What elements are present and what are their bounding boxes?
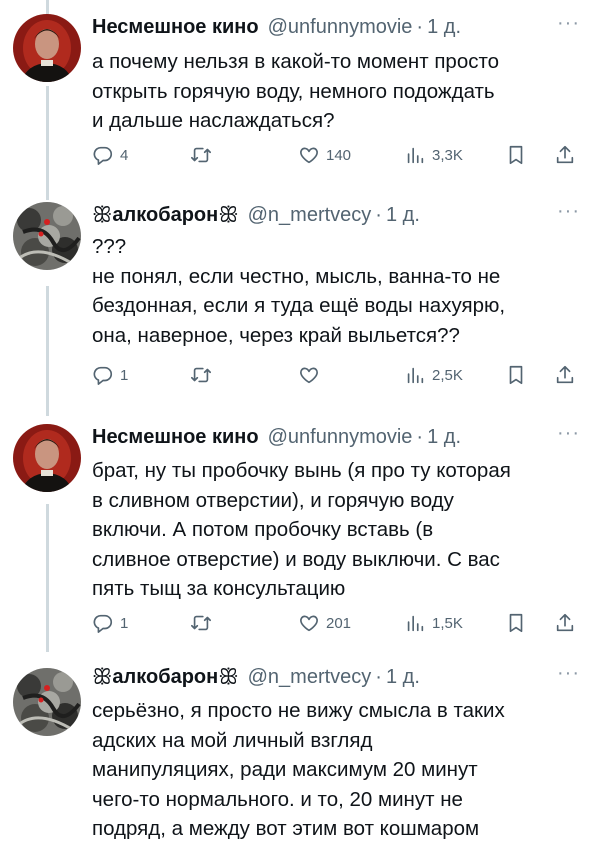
- action-bar: 4 140 3,3K: [92, 140, 580, 170]
- tweet-header: ꕥ алкобарон ꕥ @n_mertvecy · 1 д.: [92, 660, 580, 694]
- retweet-button[interactable]: [190, 360, 218, 390]
- separator-dot: ·: [375, 665, 382, 688]
- share-icon: [556, 145, 574, 164]
- reply-count: 4: [120, 146, 129, 164]
- tweet-text: ??? не понял, если честно, мысль, ванна-…: [92, 235, 506, 347]
- separator-dot: ·: [416, 425, 424, 448]
- heart-icon: [300, 367, 318, 384]
- reply-button[interactable]: 1: [92, 360, 128, 390]
- tweet-text: брат, ну ты пробочку вынь (я про ту кото…: [92, 459, 511, 600]
- tweet-text: а почему нельзя в какой-то момент просто…: [92, 50, 500, 132]
- share-icon: [556, 613, 574, 632]
- action-bar: 1 2,5K: [92, 360, 580, 390]
- more-options-button[interactable]: ···: [557, 12, 580, 35]
- tweet[interactable]: Несмешное кино @unfunnymovie · 1 д. ··· …: [0, 420, 594, 645]
- views-button[interactable]: 3,3K: [404, 140, 463, 170]
- heart-icon: [300, 147, 318, 164]
- tweet-text: серьёзно, я просто не вижу смысла в таки…: [92, 699, 505, 840]
- like-count: 140: [326, 146, 352, 164]
- bookmark-button[interactable]: [505, 608, 527, 638]
- share-button[interactable]: [554, 608, 576, 638]
- more-options-button[interactable]: ···: [557, 200, 580, 223]
- like-count: 201: [326, 614, 352, 632]
- like-button[interactable]: 201: [298, 608, 351, 638]
- reply-count: 1: [120, 614, 129, 632]
- name-glyph: ꕥ: [92, 664, 113, 689]
- author-name[interactable]: Несмешное кино: [92, 16, 259, 39]
- like-button[interactable]: [298, 360, 326, 390]
- avatar[interactable]: [13, 14, 81, 82]
- author-handle[interactable]: @unfunnymovie: [268, 16, 413, 39]
- more-options-button[interactable]: ···: [557, 422, 580, 445]
- bookmark-button[interactable]: [505, 140, 527, 170]
- tweet-header: Несмешное кино @unfunnymovie · 1 д.: [92, 10, 580, 44]
- tweet[interactable]: ꕥ алкобарон ꕥ @n_mertvecy · 1 д. ··· сер…: [0, 660, 594, 850]
- like-button[interactable]: 140: [298, 140, 351, 170]
- tweet[interactable]: ꕥ алкобарон ꕥ @n_mertvecy · 1 д. ··· ???…: [0, 198, 594, 408]
- reply-icon: [93, 366, 113, 385]
- views-icon: [407, 615, 424, 632]
- bookmark-icon: [509, 145, 523, 165]
- avatar[interactable]: [13, 424, 81, 492]
- timestamp[interactable]: 1 д.: [386, 204, 420, 227]
- avatar[interactable]: [13, 202, 81, 270]
- reply-icon: [93, 146, 113, 165]
- views-button[interactable]: 1,5K: [404, 608, 463, 638]
- views-icon: [407, 367, 424, 384]
- retweet-icon: [191, 147, 211, 163]
- share-icon: [556, 365, 574, 384]
- timestamp[interactable]: 1 д.: [427, 426, 461, 449]
- reply-count: 1: [120, 366, 129, 384]
- action-bar: 1 201 1,5K: [92, 608, 580, 638]
- views-count: 3,3K: [432, 146, 463, 164]
- bookmark-icon: [509, 365, 523, 385]
- separator-dot: ·: [375, 203, 382, 226]
- views-count: 2,5K: [432, 366, 463, 384]
- bookmark-icon: [509, 613, 523, 633]
- bookmark-button[interactable]: [505, 360, 527, 390]
- retweet-icon: [191, 367, 211, 383]
- author-handle[interactable]: @unfunnymovie: [268, 426, 413, 449]
- avatar[interactable]: [13, 668, 81, 736]
- name-glyph: ꕥ: [218, 664, 239, 689]
- share-button[interactable]: [554, 140, 576, 170]
- author-name[interactable]: алкобарон: [112, 666, 218, 689]
- tweet-header: Несмешное кино @unfunnymovie · 1 д.: [92, 420, 580, 454]
- author-name[interactable]: алкобарон: [112, 204, 218, 227]
- retweet-button[interactable]: [190, 608, 218, 638]
- tweet-header: ꕥ алкобарон ꕥ @n_mertvecy · 1 д.: [92, 198, 580, 232]
- tweet[interactable]: Несмешное кино @unfunnymovie · 1 д. ··· …: [0, 10, 594, 190]
- reply-icon: [93, 614, 113, 633]
- author-handle[interactable]: @n_mertvecy: [248, 666, 372, 689]
- reply-button[interactable]: 4: [92, 140, 128, 170]
- retweet-icon: [191, 615, 211, 631]
- separator-dot: ·: [416, 15, 424, 38]
- views-button[interactable]: 2,5K: [404, 360, 463, 390]
- name-glyph: ꕥ: [92, 202, 113, 227]
- name-glyph: ꕥ: [218, 202, 239, 227]
- reply-button[interactable]: 1: [92, 608, 128, 638]
- author-name[interactable]: Несмешное кино: [92, 426, 259, 449]
- more-options-button[interactable]: ···: [557, 662, 580, 685]
- heart-icon: [300, 615, 318, 632]
- views-count: 1,5K: [432, 614, 463, 632]
- timestamp[interactable]: 1 д.: [386, 666, 420, 689]
- share-button[interactable]: [554, 360, 576, 390]
- author-handle[interactable]: @n_mertvecy: [248, 204, 372, 227]
- retweet-button[interactable]: [190, 140, 218, 170]
- timestamp[interactable]: 1 д.: [427, 16, 461, 39]
- views-icon: [407, 147, 424, 164]
